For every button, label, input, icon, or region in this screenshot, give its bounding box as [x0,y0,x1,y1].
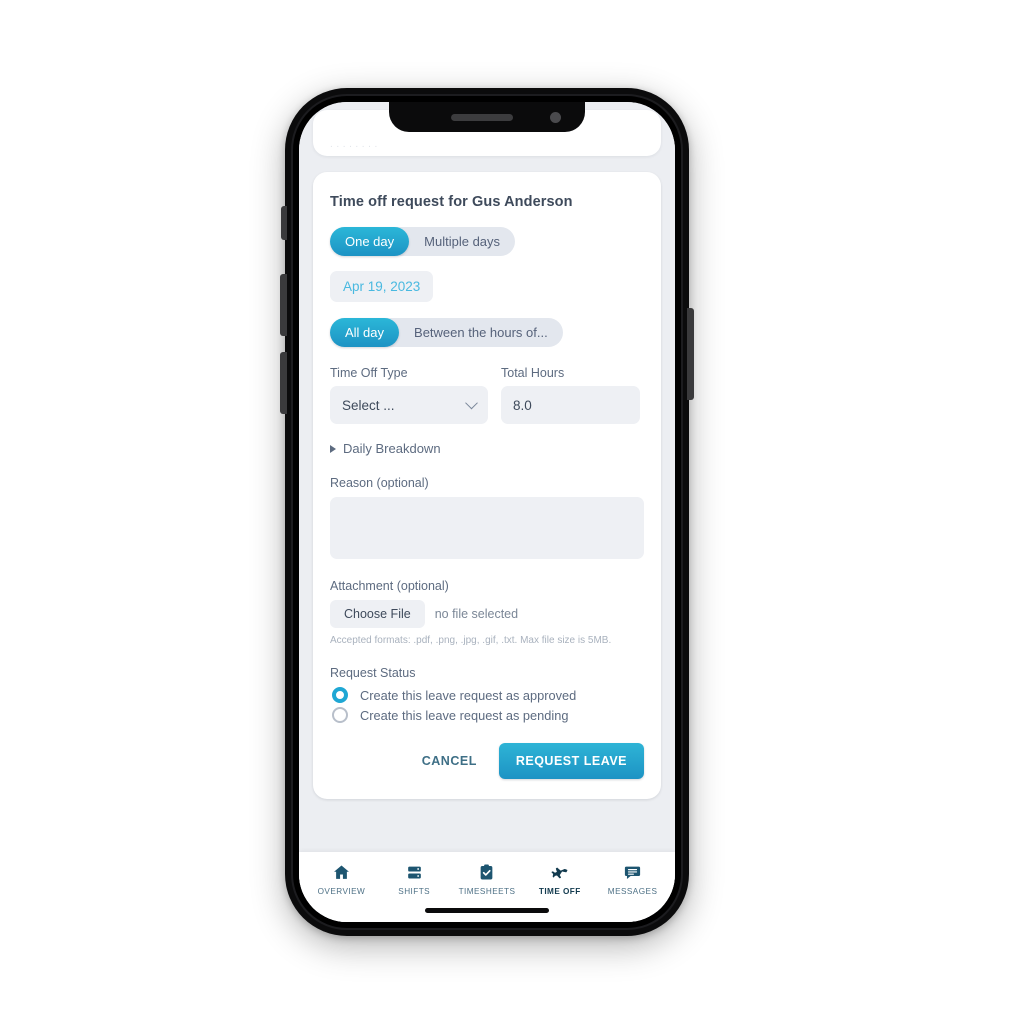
chat-icon [623,863,642,882]
earpiece-speaker-icon [451,114,514,121]
page-title: Time off request for Gus Anderson [330,194,573,210]
tab-messages-label: MESSAGES [607,887,658,896]
front-camera-icon [550,112,561,123]
toggle-multiple-days[interactable]: Multiple days [409,227,515,256]
device-notch [389,102,585,132]
tab-timesheets[interactable]: TIMESHEETS [451,863,523,896]
toggle-all-day[interactable]: All day [330,318,400,347]
chevron-down-icon [465,396,478,410]
hours-toggle-group[interactable]: All day Between the hours of... [330,318,563,347]
volume-down-button[interactable] [280,352,287,414]
cancel-button[interactable]: CANCEL [416,746,483,776]
request-leave-button[interactable]: REQUEST LEAVE [498,743,644,779]
previous-card-ghost-text: . . . . . . . . [330,139,378,150]
radio-option-approved[interactable]: Create this leave request as approved [330,687,644,703]
reason-label: Reason (optional) [330,476,429,490]
toggle-one-day[interactable]: One day [330,227,410,256]
daily-breakdown-label: Daily Breakdown [343,441,441,456]
phone-device-frame: . . . . . . . . Time off request for Gus… [280,88,694,936]
request-status-radio-group: Create this leave request as approved Cr… [330,687,644,723]
card-actions: CANCEL REQUEST LEAVE [330,743,644,779]
app-root: . . . . . . . . Time off request for Gus… [299,102,675,922]
scrollable-content[interactable]: . . . . . . . . Time off request for Gus… [299,102,675,852]
time-off-type-label: Time Off Type [330,366,408,380]
total-hours-input[interactable]: 8.0 [501,386,640,424]
tab-timesheets-label: TIMESHEETS [458,887,516,896]
home-indicator[interactable] [425,908,549,913]
time-off-type-select[interactable]: Select ... [330,386,488,424]
power-button[interactable] [687,308,694,400]
file-status-text: no file selected [434,607,519,621]
total-hours-value: 8.0 [513,397,532,413]
daily-breakdown-toggle[interactable]: Daily Breakdown [330,441,644,456]
silent-switch-button[interactable] [281,206,287,240]
reason-textarea[interactable] [330,497,644,559]
attachment-row: Choose File no file selected [330,600,644,628]
date-chip[interactable]: Apr 19, 2023 [330,271,434,302]
time-off-type-value: Select ... [342,397,395,413]
radio-pending-label: Create this leave request as pending [360,707,569,723]
total-hours-field: Total Hours 8.0 [501,366,640,424]
home-icon [332,863,351,882]
shifts-icon [405,863,424,882]
radio-pending-icon[interactable] [332,707,348,723]
triangle-right-icon [330,444,336,453]
time-off-type-field: Time Off Type Select ... [330,366,488,424]
tab-messages[interactable]: MESSAGES [597,863,669,896]
radio-approved-label: Create this leave request as approved [360,687,577,703]
attachment-hint: Accepted formats: .pdf, .png, .jpg, .gif… [330,635,612,646]
attachment-label: Attachment (optional) [330,579,449,593]
type-and-hours-row: Time Off Type Select ... Total Hours 8.0 [330,366,644,424]
radio-approved-icon[interactable] [332,687,348,703]
duration-toggle-group[interactable]: One day Multiple days [330,227,516,256]
radio-option-pending[interactable]: Create this leave request as pending [330,707,644,723]
tab-overview[interactable]: OVERVIEW [305,863,377,896]
toggle-between-hours[interactable]: Between the hours of... [399,318,563,347]
choose-file-button[interactable]: Choose File [330,600,425,628]
total-hours-label: Total Hours [501,366,565,380]
tab-shifts-label: SHIFTS [398,887,431,896]
airplane-icon [550,863,569,882]
screenshot-stage: . . . . . . . . Time off request for Gus… [0,0,1024,1024]
request-status-label: Request Status [330,666,416,680]
tab-time-off[interactable]: TIME OFF [524,863,596,896]
phone-screen: . . . . . . . . Time off request for Gus… [299,102,675,922]
tab-shifts[interactable]: SHIFTS [378,863,450,896]
time-off-request-card: Time off request for Gus Anderson One da… [313,172,661,799]
tab-time-off-label: TIME OFF [538,887,581,896]
volume-up-button[interactable] [280,274,287,336]
clipboard-check-icon [477,863,496,882]
tab-overview-label: OVERVIEW [317,887,366,896]
